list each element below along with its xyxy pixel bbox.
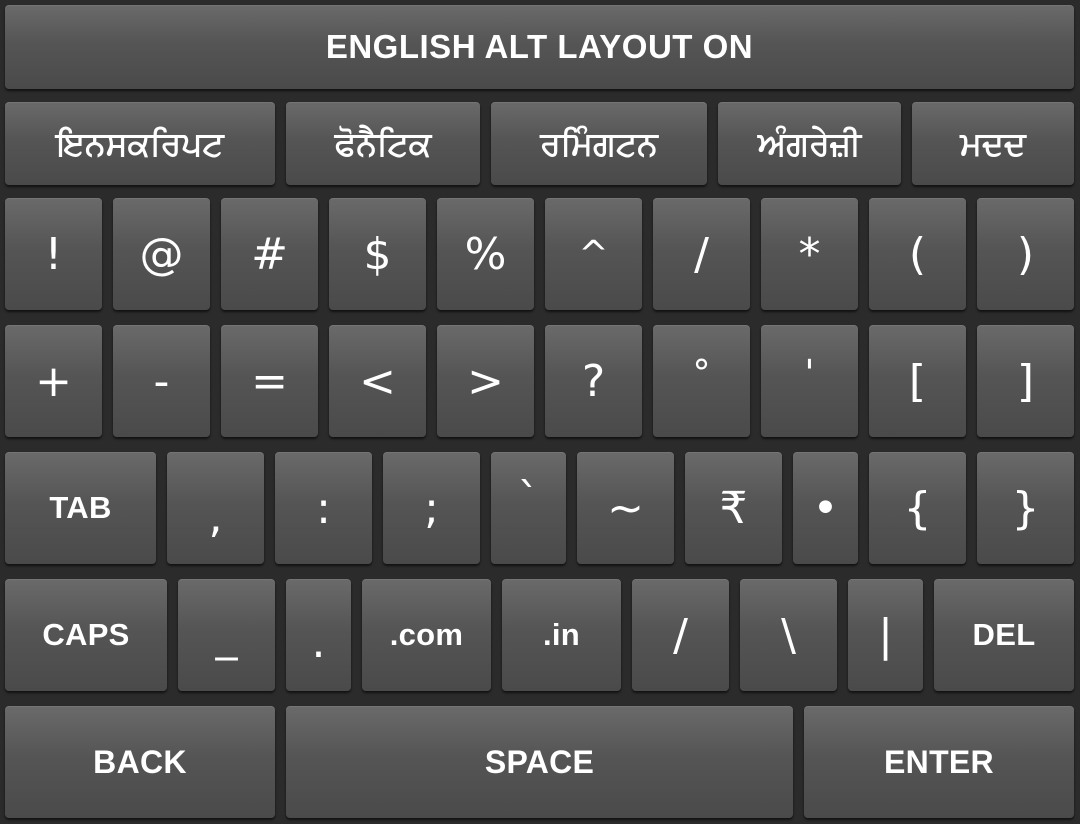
key-exclamation[interactable]: !: [5, 198, 102, 310]
key-open-paren[interactable]: (: [869, 198, 966, 310]
key-hash[interactable]: #: [221, 198, 318, 310]
key-percent[interactable]: %: [437, 198, 534, 310]
key-close-bracket[interactable]: ]: [977, 325, 1074, 437]
key-forward-slash[interactable]: /: [632, 579, 729, 691]
help-button[interactable]: ਮਦਦ: [912, 102, 1074, 185]
key-tilde[interactable]: ~: [577, 452, 674, 564]
remington-layout-button[interactable]: ਰਮਿੰਗਟਨ: [491, 102, 707, 185]
layout-status-banner[interactable]: ENGLISH ALT LAYOUT ON: [5, 5, 1074, 89]
key-at[interactable]: @: [113, 198, 210, 310]
key-underscore[interactable]: _: [178, 579, 275, 691]
key-dollar[interactable]: $: [329, 198, 426, 310]
key-slash[interactable]: /: [653, 198, 750, 310]
key-rupee[interactable]: ₹: [685, 452, 782, 564]
key-close-brace[interactable]: }: [977, 452, 1074, 564]
dotcom-key[interactable]: .com: [362, 579, 491, 691]
key-question[interactable]: ?: [545, 325, 642, 437]
key-semicolon[interactable]: ;: [383, 452, 480, 564]
delete-key[interactable]: DEL: [934, 579, 1074, 691]
english-layout-button[interactable]: ਅੰਗਰੇਜ਼ੀ: [718, 102, 901, 185]
key-equals[interactable]: =: [221, 325, 318, 437]
key-open-bracket[interactable]: [: [869, 325, 966, 437]
key-apostrophe[interactable]: ': [761, 325, 858, 437]
key-less-than[interactable]: <: [329, 325, 426, 437]
key-open-brace[interactable]: {: [869, 452, 966, 564]
caps-key[interactable]: CAPS: [5, 579, 167, 691]
dotin-key[interactable]: .in: [502, 579, 621, 691]
space-key[interactable]: SPACE: [286, 706, 793, 818]
key-colon[interactable]: :: [275, 452, 372, 564]
key-close-paren[interactable]: ): [977, 198, 1074, 310]
key-asterisk[interactable]: *: [761, 198, 858, 310]
phonetic-layout-button[interactable]: ਫੋਨੈਟਿਕ: [286, 102, 480, 185]
key-backtick[interactable]: `: [491, 452, 566, 564]
enter-key[interactable]: ENTER: [804, 706, 1074, 818]
key-dot[interactable]: .: [286, 579, 351, 691]
key-plus[interactable]: +: [5, 325, 102, 437]
key-backslash[interactable]: \: [740, 579, 837, 691]
keyboard: ENGLISH ALT LAYOUT ON ਇਨਸਕਰਿਪਟ ਫੋਨੈਟਿਕ ਰ…: [0, 0, 1080, 824]
key-greater-than[interactable]: >: [437, 325, 534, 437]
back-key[interactable]: BACK: [5, 706, 275, 818]
key-bullet[interactable]: •: [793, 452, 858, 564]
key-minus[interactable]: -: [113, 325, 210, 437]
key-degree[interactable]: °: [653, 325, 750, 437]
key-pipe[interactable]: |: [848, 579, 923, 691]
tab-key[interactable]: TAB: [5, 452, 156, 564]
key-comma[interactable]: ,: [167, 452, 264, 564]
inscript-layout-button[interactable]: ਇਨਸਕਰਿਪਟ: [5, 102, 275, 185]
key-caret[interactable]: ^: [545, 198, 642, 310]
